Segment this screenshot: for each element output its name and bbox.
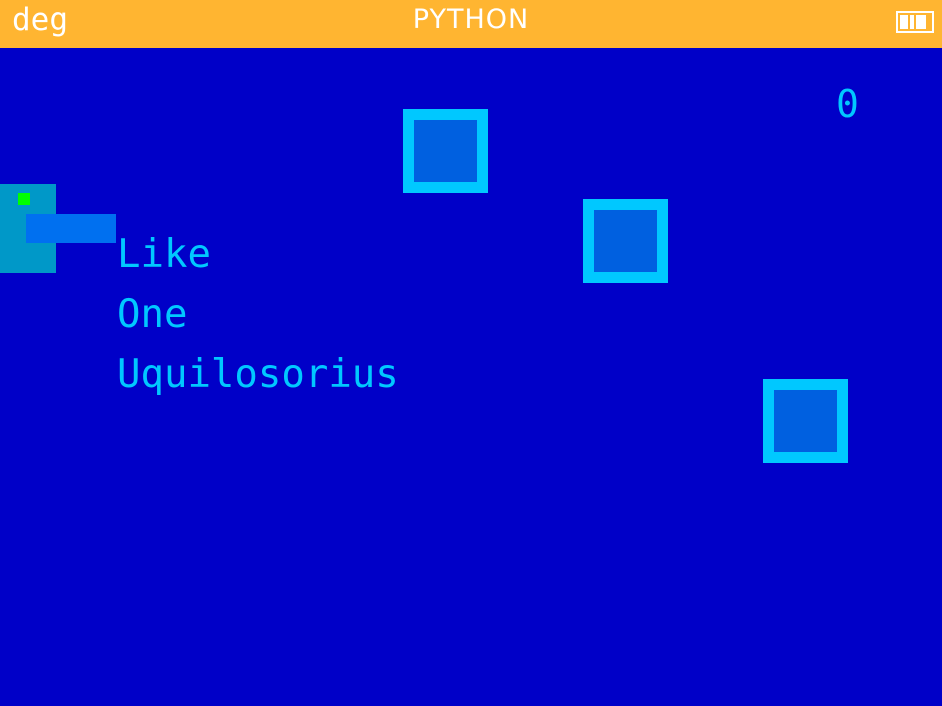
score-counter: 0 <box>836 82 859 126</box>
player-dot <box>18 193 30 205</box>
battery-icon <box>896 11 936 35</box>
square-tile <box>583 199 668 283</box>
menu-item-like[interactable]: Like <box>117 233 211 277</box>
menu-item-one[interactable]: One <box>117 293 187 337</box>
app-title: PYTHON <box>412 4 530 35</box>
selection-cursor <box>26 214 116 243</box>
square-tile <box>403 109 488 193</box>
status-bar: deg PYTHON <box>0 0 942 48</box>
square-tile <box>763 379 848 463</box>
menu-item-uquilosorius[interactable]: Uquilosorius <box>117 353 399 397</box>
